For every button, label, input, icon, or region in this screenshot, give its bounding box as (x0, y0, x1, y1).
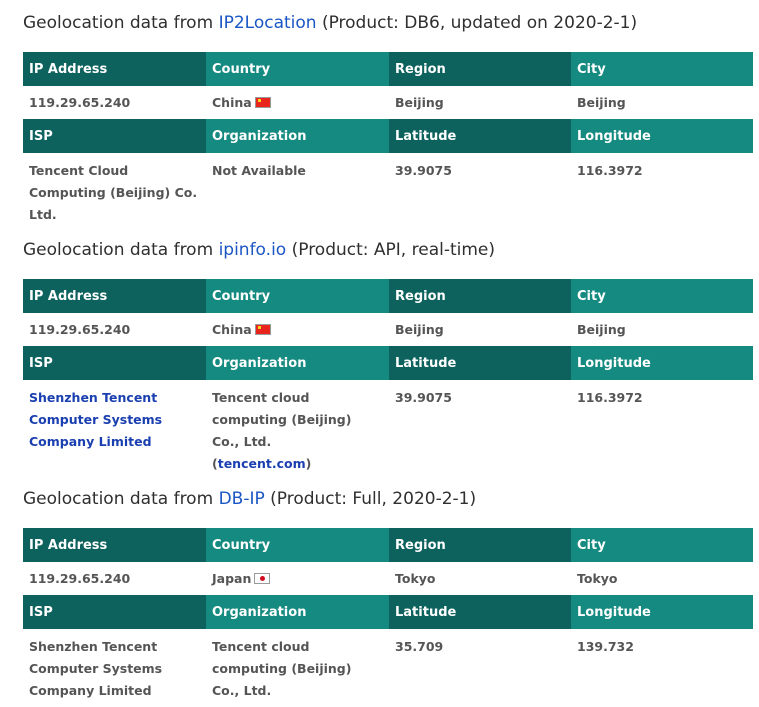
organization-cell: Tencent cloud computing (Beijing) Co., L… (206, 380, 389, 479)
header-longitude: Longitude (571, 346, 753, 380)
header-region: Region (389, 528, 571, 562)
table-row: Shenzhen Tencent Computer Systems Compan… (23, 380, 753, 479)
heading-prefix: Geolocation data from (23, 489, 219, 509)
table-row: 119.29.65.240 Japan Tokyo Tokyo (23, 562, 753, 595)
isp-link[interactable]: Shenzhen Tencent Computer Systems Compan… (29, 390, 162, 449)
header-latitude: Latitude (389, 346, 571, 380)
latitude-value: 39.9075 (395, 163, 452, 178)
geo-table-ipinfo: IP Address Country Region City 119.29.65… (23, 279, 753, 479)
ip-address-value: 119.29.65.240 (29, 95, 131, 110)
header-ip-address: IP Address (23, 528, 206, 562)
table-row: Tencent Cloud Computing (Beijing) Co. Lt… (23, 153, 753, 230)
header-row-top: IP Address Country Region City (23, 528, 753, 562)
header-ip-address: IP Address (23, 279, 206, 313)
ip-address-value: 119.29.65.240 (29, 322, 131, 337)
region-value: Beijing (395, 322, 444, 337)
region-value: Beijing (395, 95, 444, 110)
isp-value: Tencent Cloud Computing (Beijing) Co. Lt… (29, 163, 198, 222)
country-value: China (212, 95, 252, 110)
header-organization: Organization (206, 119, 389, 153)
city-value: Beijing (577, 95, 626, 110)
organization-value: Tencent cloud computing (Beijing) Co., L… (212, 639, 352, 698)
header-region: Region (389, 279, 571, 313)
provider-link-ip2location[interactable]: IP2Location (219, 13, 317, 33)
geo-table-ip2location: IP Address Country Region City 119.29.65… (23, 52, 753, 230)
header-latitude: Latitude (389, 595, 571, 629)
provider-link-ipinfo[interactable]: ipinfo.io (219, 240, 287, 260)
section-heading-ip2location: Geolocation data from IP2Location (Produ… (23, 13, 637, 33)
organization-value: Not Available (212, 163, 306, 178)
city-value: Tokyo (577, 571, 618, 586)
provider-link-dbip[interactable]: DB-IP (219, 489, 265, 509)
longitude-value: 116.3972 (577, 390, 643, 405)
header-organization: Organization (206, 346, 389, 380)
header-row-bottom: ISP Organization Latitude Longitude (23, 595, 753, 629)
header-isp: ISP (23, 346, 206, 380)
header-row-top: IP Address Country Region City (23, 279, 753, 313)
heading-prefix: Geolocation data from (23, 240, 219, 260)
isp-value: Shenzhen Tencent Computer Systems Compan… (29, 639, 163, 698)
city-value: Beijing (577, 322, 626, 337)
country-cell: China (206, 313, 389, 346)
header-city: City (571, 528, 753, 562)
header-row-bottom: ISP Organization Latitude Longitude (23, 119, 753, 153)
header-organization: Organization (206, 595, 389, 629)
header-row-top: IP Address Country Region City (23, 52, 753, 86)
japan-flag-icon (254, 573, 271, 584)
heading-suffix: (Product: DB6, updated on 2020-2-1) (316, 13, 638, 33)
header-row-bottom: ISP Organization Latitude Longitude (23, 346, 753, 380)
section-heading-ipinfo: Geolocation data from ipinfo.io (Product… (23, 240, 495, 260)
table-row: 119.29.65.240 China Beijing Beijing (23, 86, 753, 119)
header-region: Region (389, 52, 571, 86)
china-flag-icon (254, 324, 271, 335)
china-flag-icon (254, 97, 271, 108)
ip-address-value: 119.29.65.240 (29, 571, 131, 586)
longitude-value: 116.3972 (577, 163, 643, 178)
country-value: Japan (212, 571, 252, 586)
header-ip-address: IP Address (23, 52, 206, 86)
region-value: Tokyo (395, 571, 436, 586)
country-cell: Japan (206, 562, 389, 595)
header-isp: ISP (23, 595, 206, 629)
latitude-value: 35.709 (395, 639, 444, 654)
organization-domain-link[interactable]: tencent.com (218, 456, 306, 471)
section-heading-dbip: Geolocation data from DB-IP (Product: Fu… (23, 489, 476, 509)
header-latitude: Latitude (389, 119, 571, 153)
isp-cell: Shenzhen Tencent Computer Systems Compan… (23, 380, 206, 479)
organization-value: Tencent cloud computing (Beijing) Co., L… (212, 390, 352, 449)
header-isp: ISP (23, 119, 206, 153)
geo-table-dbip: IP Address Country Region City 119.29.65… (23, 528, 753, 706)
header-longitude: Longitude (571, 119, 753, 153)
header-country: Country (206, 528, 389, 562)
header-country: Country (206, 279, 389, 313)
header-city: City (571, 279, 753, 313)
heading-suffix: (Product: Full, 2020-2-1) (264, 489, 477, 509)
organization-paren-close: ) (305, 456, 312, 471)
longitude-value: 139.732 (577, 639, 634, 654)
table-row: Shenzhen Tencent Computer Systems Compan… (23, 629, 753, 706)
country-value: China (212, 322, 252, 337)
heading-prefix: Geolocation data from (23, 13, 219, 33)
table-row: 119.29.65.240 China Beijing Beijing (23, 313, 753, 346)
header-longitude: Longitude (571, 595, 753, 629)
latitude-value: 39.9075 (395, 390, 452, 405)
header-city: City (571, 52, 753, 86)
country-cell: China (206, 86, 389, 119)
header-country: Country (206, 52, 389, 86)
heading-suffix: (Product: API, real-time) (286, 240, 496, 260)
